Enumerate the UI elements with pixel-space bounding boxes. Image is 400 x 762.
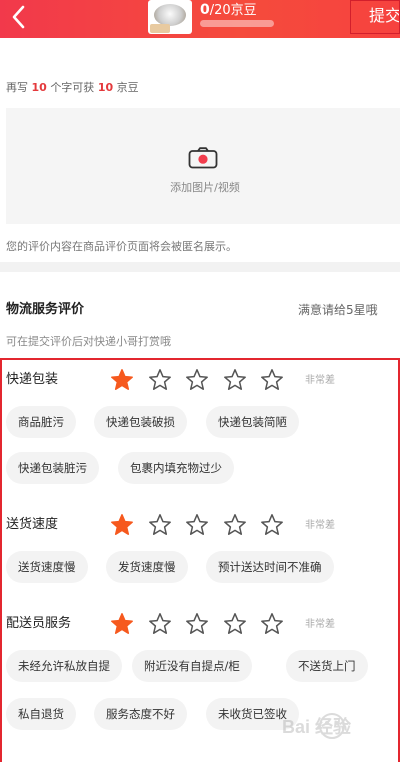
hint-reward: 10 [97, 81, 114, 94]
upload-label: 添加图片/视频 [170, 181, 240, 194]
tag-chip[interactable]: 服务态度不好 [94, 698, 187, 730]
baidu-jingyan-watermark: Bai 经验 [282, 713, 352, 739]
star-rating-delivery-speed [110, 513, 298, 537]
rating-level-packaging: 非常差 [305, 375, 335, 386]
tag-chip[interactable]: 私自退货 [6, 698, 76, 730]
star-empty-icon[interactable] [223, 368, 247, 392]
star-empty-icon[interactable] [185, 513, 209, 537]
svg-text:Bai 经验: Bai 经验 [282, 716, 352, 737]
tag-chip[interactable]: 商品脏污 [6, 406, 76, 438]
section-divider [0, 262, 400, 272]
tag-chip[interactable]: 发货速度慢 [106, 551, 188, 583]
bean-progress-value: 0 [200, 2, 210, 18]
review-hint: 再写 10 个字可获 10 京豆 [6, 80, 139, 96]
star-filled-icon[interactable] [110, 612, 134, 636]
star-empty-icon[interactable] [148, 368, 172, 392]
star-empty-icon[interactable] [260, 513, 284, 537]
tag-chip[interactable]: 未经允许私放自提 [6, 650, 122, 682]
star-empty-icon[interactable] [185, 612, 209, 636]
hint-prefix: 再写 [6, 81, 28, 94]
tag-chip[interactable]: 包裹内填充物过少 [118, 452, 234, 484]
star-filled-icon[interactable] [110, 368, 134, 392]
star-empty-icon[interactable] [223, 612, 247, 636]
submit-button[interactable]: 提交 [350, 0, 400, 34]
logistics-hint: 满意请给5星哦 [298, 303, 378, 317]
star-empty-icon[interactable] [148, 513, 172, 537]
anonymous-note: 您的评价内容在商品评价页面将会被匿名展示。 [6, 240, 237, 253]
chevron-left-icon [12, 5, 25, 29]
logistics-subtitle: 可在提交评价后对快递小哥打赏哦 [6, 335, 171, 348]
hint-suffix: 京豆 [116, 81, 139, 94]
star-empty-icon[interactable] [185, 368, 209, 392]
star-empty-icon[interactable] [148, 612, 172, 636]
tag-chip[interactable]: 预计送达时间不准确 [206, 551, 334, 583]
category-label-courier-service: 配送员服务 [6, 616, 72, 631]
bean-progress-bar [200, 20, 274, 27]
star-filled-icon[interactable] [110, 513, 134, 537]
rating-level-delivery-speed: 非常差 [305, 520, 335, 531]
star-rating-courier-service [110, 612, 298, 636]
star-empty-icon[interactable] [260, 368, 284, 392]
hint-count: 10 [31, 81, 47, 94]
tag-chip[interactable]: 快递包装简陋 [206, 406, 299, 438]
tag-chip[interactable]: 附近没有自提点/柜 [132, 650, 252, 682]
star-rating-packaging [110, 368, 298, 392]
hint-middle: 个字可获 [50, 81, 95, 94]
bean-counter: 0/20京豆 [200, 1, 257, 19]
tag-chip[interactable]: 快递包装破损 [94, 406, 187, 438]
tag-chip[interactable]: 送货速度慢 [6, 551, 88, 583]
star-empty-icon[interactable] [260, 612, 284, 636]
category-label-packaging: 快递包装 [6, 372, 59, 387]
star-empty-icon[interactable] [223, 513, 247, 537]
camera-icon [188, 147, 218, 169]
logistics-title: 物流服务评价 [6, 302, 85, 317]
category-label-delivery-speed: 送货速度 [6, 517, 59, 532]
tag-chip[interactable]: 不送货上门 [286, 650, 368, 682]
rating-level-courier-service: 非常差 [305, 619, 335, 630]
back-button[interactable] [6, 2, 32, 32]
product-thumbnail [148, 0, 192, 34]
bean-total: /20京豆 [209, 3, 257, 18]
tag-chip[interactable]: 快递包装脏污 [6, 452, 99, 484]
